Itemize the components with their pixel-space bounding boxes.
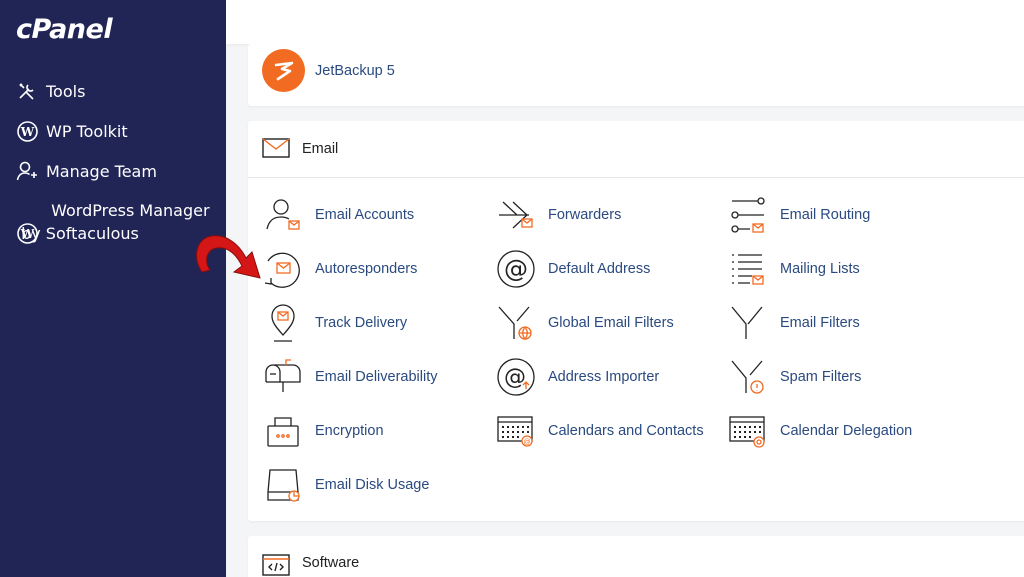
forwarders-label: Forwarders — [548, 207, 622, 223]
global-email-filters-icon — [495, 302, 537, 344]
sidebar-item-label: WP Toolkit — [46, 122, 128, 141]
email-routing-label: Email Routing — [780, 207, 871, 223]
tools-icon — [16, 80, 38, 102]
top-bar — [226, 0, 1024, 44]
forwarders-tool[interactable]: Forwarders — [495, 194, 621, 236]
email-section-header[interactable]: Email — [248, 121, 1024, 178]
wordpress-icon: W — [16, 120, 38, 142]
email-disk-usage-icon — [262, 464, 304, 506]
calendars-contacts-tool[interactable]: @ Calendars and Contacts — [495, 410, 704, 452]
sidebar: cPanel Tools W WP Toolkit Manage Team W … — [0, 0, 226, 577]
jetbackup-card: JetBackup 5 — [248, 44, 1024, 106]
mailing-lists-label: Mailing Lists — [780, 261, 860, 277]
cpanel-logo[interactable]: cPanel — [16, 14, 113, 45]
sidebar-item-label: Manage Team — [46, 162, 157, 181]
forwarders-icon — [495, 194, 537, 236]
email-deliverability-label: Email Deliverability — [315, 369, 438, 385]
email-deliverability-icon — [262, 356, 304, 398]
calendar-delegation-tool[interactable]: Calendar Delegation — [727, 410, 912, 452]
spam-filters-icon — [727, 356, 769, 398]
calendars-contacts-label: Calendars and Contacts — [548, 423, 704, 439]
software-section-header[interactable]: Software — [248, 536, 1024, 577]
mailing-lists-icon — [727, 248, 769, 290]
email-disk-usage-tool[interactable]: Email Disk Usage — [262, 464, 429, 506]
calendar-delegation-icon — [727, 410, 769, 452]
svg-text:@: @ — [504, 365, 526, 390]
sidebar-item-manage-team[interactable]: Manage Team — [16, 160, 157, 183]
sidebar-item-wordpress-manager[interactable]: W WordPress Manager by Softaculous — [16, 199, 216, 245]
email-routing-tool[interactable]: Email Routing — [727, 194, 870, 236]
encryption-icon — [262, 410, 304, 452]
track-delivery-label: Track Delivery — [315, 315, 408, 331]
code-icon — [262, 554, 290, 577]
manage-team-icon — [16, 160, 38, 182]
software-section: Software — [248, 536, 1024, 577]
calendar-delegation-label: Calendar Delegation — [780, 423, 913, 439]
sidebar-item-label: Tools — [46, 82, 86, 101]
address-importer-label: Address Importer — [548, 369, 660, 385]
svg-text:@: @ — [523, 439, 530, 446]
spam-filters-label: Spam Filters — [780, 369, 862, 385]
autoresponders-label: Autoresponders — [315, 261, 418, 277]
default-address-tool[interactable]: @ Default Address — [495, 248, 650, 290]
autoresponders-tool[interactable]: Autoresponders — [262, 248, 417, 290]
default-address-label: Default Address — [548, 261, 651, 277]
email-accounts-tool[interactable]: Email Accounts — [262, 194, 414, 236]
jetbackup-logo[interactable] — [262, 49, 305, 92]
encryption-label: Encryption — [315, 423, 384, 439]
spam-filters-tool[interactable]: Spam Filters — [727, 356, 861, 398]
global-email-filters-tool[interactable]: Global Email Filters — [495, 302, 674, 344]
email-section: Email Email Accounts Forwarders Email Ro… — [248, 121, 1024, 521]
track-delivery-icon — [262, 302, 304, 344]
email-filters-label: Email Filters — [780, 315, 860, 331]
email-filters-tool[interactable]: Email Filters — [727, 302, 860, 344]
email-section-title: Email — [302, 141, 339, 157]
jetbackup-link[interactable]: JetBackup 5 — [315, 63, 395, 79]
email-filters-icon — [727, 302, 769, 344]
red-arrow-icon — [188, 228, 270, 287]
global-email-filters-label: Global Email Filters — [548, 315, 674, 331]
software-section-title: Software — [302, 555, 360, 571]
envelope-icon — [262, 138, 290, 163]
email-accounts-label: Email Accounts — [315, 207, 415, 223]
default-address-icon: @ — [495, 248, 537, 290]
track-delivery-tool[interactable]: Track Delivery — [262, 302, 407, 344]
sidebar-item-label: WordPress Manager by Softaculous — [21, 201, 210, 243]
sidebar-item-wp-toolkit[interactable]: W WP Toolkit — [16, 120, 128, 143]
address-importer-tool[interactable]: @ Address Importer — [495, 356, 659, 398]
address-importer-icon: @ — [495, 356, 537, 398]
email-disk-usage-label: Email Disk Usage — [315, 477, 430, 493]
email-routing-icon — [727, 194, 769, 236]
encryption-tool[interactable]: Encryption — [262, 410, 384, 452]
svg-text:W: W — [19, 125, 34, 139]
mailing-lists-tool[interactable]: Mailing Lists — [727, 248, 860, 290]
svg-text:@: @ — [504, 255, 528, 283]
calendars-contacts-icon: @ — [495, 410, 537, 452]
sidebar-item-tools[interactable]: Tools — [16, 80, 85, 103]
email-deliverability-tool[interactable]: Email Deliverability — [262, 356, 437, 398]
